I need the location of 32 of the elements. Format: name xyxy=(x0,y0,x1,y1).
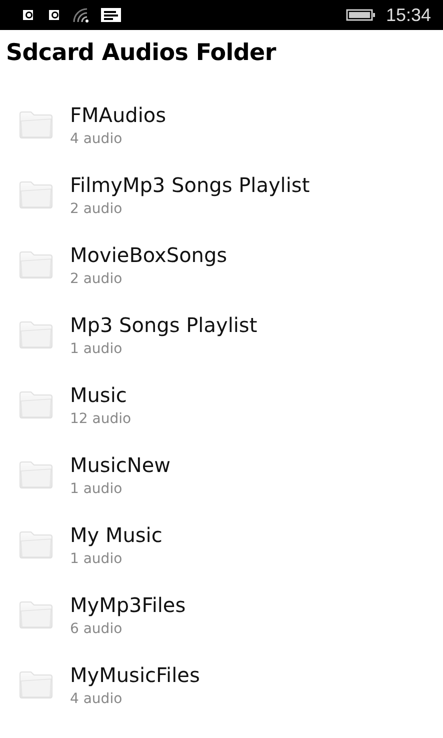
folder-name[interactable]: My Music xyxy=(70,523,162,547)
battery-icon xyxy=(346,9,376,21)
folder-icon xyxy=(18,110,54,140)
folder-icon xyxy=(18,320,54,350)
folder-name[interactable]: MyMusicFiles xyxy=(70,663,200,687)
folder-name[interactable]: FMAudios xyxy=(70,103,166,127)
folder-icon xyxy=(18,460,54,490)
folder-icon xyxy=(18,670,54,700)
audio-count: 2 audio xyxy=(70,271,124,287)
page-title: Sdcard Audios Folder xyxy=(6,40,278,66)
wifi-icon xyxy=(72,7,90,23)
clock-time: 15:34 xyxy=(386,4,431,26)
audio-count: 1 audio xyxy=(70,481,124,497)
folder-name[interactable]: MusicNew xyxy=(70,453,171,477)
folder-name[interactable]: MovieBoxSongs xyxy=(70,243,228,267)
audio-count: 6 audio xyxy=(70,621,124,637)
audio-count: 1 audio xyxy=(70,551,124,567)
folder-name[interactable]: FilmyMp3 Songs Playlist xyxy=(70,173,310,197)
audio-count: 4 audio xyxy=(70,691,124,707)
audio-count: 4 audio xyxy=(70,131,124,147)
folder-icon xyxy=(18,600,54,630)
folder-name[interactable]: Music xyxy=(70,383,132,407)
audio-count: 1 audio xyxy=(70,341,124,357)
folder-icon xyxy=(18,530,54,560)
folder-name[interactable]: Mp3 Songs Playlist xyxy=(70,313,258,337)
folder-icon xyxy=(18,180,54,210)
folder-icon xyxy=(18,390,54,420)
folder-name[interactable]: MyMp3Files xyxy=(70,593,186,617)
message-icon xyxy=(100,7,122,23)
folder-icon xyxy=(18,250,54,280)
audio-count: 12 audio xyxy=(70,411,132,427)
audio-count: 2 audio xyxy=(70,201,124,217)
